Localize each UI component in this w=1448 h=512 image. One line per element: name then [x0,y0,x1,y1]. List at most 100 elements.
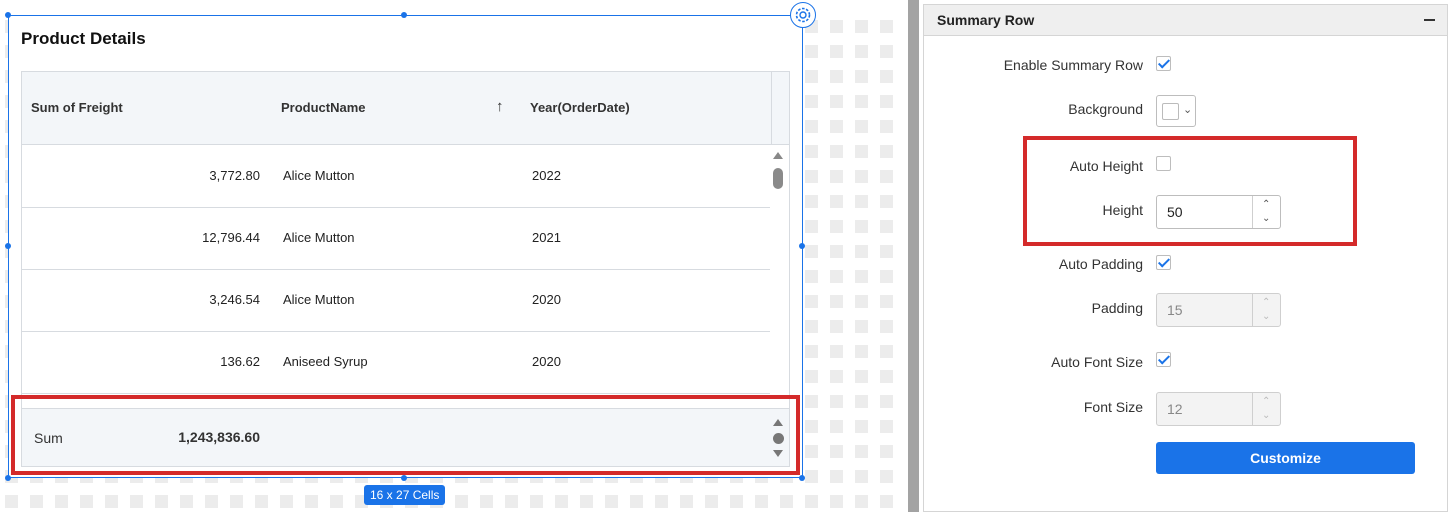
grid-dot [830,345,843,358]
grid-dot [855,245,868,258]
grid-dot [880,20,893,33]
grid-dot [805,245,818,258]
grid-dot [255,495,268,508]
cell-product: Aniseed Syrup [283,354,368,369]
table-row[interactable]: 3,246.54 Alice Mutton 2020 [22,270,770,332]
grid-dot [280,495,293,508]
grid-dot [855,95,868,108]
background-color-picker[interactable]: ⌄ [1156,95,1196,127]
grid-dot [855,270,868,283]
grid-dot [855,320,868,333]
panel-splitter[interactable] [908,0,919,512]
highlight-height-settings [1023,136,1357,246]
cell-freight: 12,796.44 [202,230,260,245]
grid-dot [805,495,818,508]
grid-dot [680,495,693,508]
grid-dot [855,470,868,483]
enable-summary-row-label: Enable Summary Row [1003,57,1143,73]
vertical-scrollbar-thumb[interactable] [773,168,783,189]
grid-dot [830,370,843,383]
grid-dot [830,95,843,108]
chevron-up-icon[interactable]: ⌃ [1262,298,1270,308]
column-header-productname[interactable]: ProductName [281,100,366,115]
grid-dot [805,120,818,133]
font-size-input[interactable] [1167,401,1247,417]
auto-font-size-checkbox[interactable] [1156,352,1171,367]
grid-dot [830,445,843,458]
grid-dot [880,420,893,433]
collapse-icon[interactable] [1424,19,1435,21]
resize-handle[interactable] [5,475,11,481]
grid-dot [580,495,593,508]
resize-handle[interactable] [5,12,11,18]
auto-padding-checkbox[interactable] [1156,255,1171,270]
grid-dot [830,245,843,258]
chevron-up-icon[interactable]: ⌃ [1262,397,1270,407]
grid-dot [830,395,843,408]
grid-dot [455,495,468,508]
grid-dot [805,220,818,233]
padding-stepper[interactable]: ⌃ ⌄ [1156,293,1281,327]
grid-dot [805,270,818,283]
grid-dot [305,495,318,508]
resize-handle[interactable] [799,243,805,249]
grid-dot [480,495,493,508]
grid-dot [55,495,68,508]
table-row[interactable]: 136.62 Aniseed Syrup 2020 [22,332,770,394]
grid-dot [855,70,868,83]
scroll-up-icon[interactable] [773,152,783,159]
font-size-spin-buttons[interactable]: ⌃ ⌄ [1252,393,1280,425]
grid-dot [880,145,893,158]
customize-button[interactable]: Customize [1156,442,1415,474]
table-row[interactable]: 12,796.44 Alice Mutton 2021 [22,208,770,270]
cell-year: 2022 [532,168,561,183]
cell-year: 2021 [532,230,561,245]
cell-year: 2020 [532,354,561,369]
grid-dot [855,420,868,433]
table-row[interactable]: 3,772.80 Alice Mutton 2022 [22,146,770,208]
resize-handle[interactable] [401,12,407,18]
grid-dot [80,495,93,508]
grid-dot [5,495,18,508]
grid-dot [730,495,743,508]
dashboard-canvas: Product Details Sum of Freight ProductNa… [0,0,908,512]
grid-dot [880,245,893,258]
panel-header[interactable]: Summary Row [924,5,1447,36]
grid-dot [880,295,893,308]
grid-dot [830,195,843,208]
resize-handle[interactable] [5,243,11,249]
grid-dot [805,170,818,183]
grid-dot [180,495,193,508]
gear-icon[interactable] [790,2,816,28]
grid-dot [205,495,218,508]
enable-summary-row-checkbox[interactable] [1156,56,1171,71]
cell-freight: 3,772.80 [209,168,260,183]
grid-dot [880,220,893,233]
grid-dot [605,495,618,508]
grid-dot [880,495,893,508]
chevron-down-icon[interactable]: ⌄ [1262,411,1270,421]
grid-dot [880,120,893,133]
grid-dot [805,395,818,408]
grid-dot [880,445,893,458]
chevron-down-icon[interactable]: ⌄ [1262,312,1270,322]
font-size-stepper[interactable]: ⌃ ⌄ [1156,392,1281,426]
grid-dot [830,470,843,483]
grid-dot [855,295,868,308]
auto-padding-label: Auto Padding [1058,256,1143,272]
resize-handle[interactable] [401,475,407,481]
grid-dot [805,295,818,308]
grid-dot [330,495,343,508]
grid-dot [555,495,568,508]
column-header-year-orderdate[interactable]: Year(OrderDate) [530,100,630,115]
grid-dot [830,420,843,433]
grid-dot [630,495,643,508]
padding-input[interactable] [1167,302,1247,318]
grid-dot [105,495,118,508]
padding-spin-buttons[interactable]: ⌃ ⌄ [1252,294,1280,326]
sort-ascending-icon[interactable]: ↑ [496,98,504,115]
resize-handle[interactable] [799,475,805,481]
column-header-sum-of-freight[interactable]: Sum of Freight [31,100,123,115]
grid-dot [855,345,868,358]
grid-dot [855,170,868,183]
